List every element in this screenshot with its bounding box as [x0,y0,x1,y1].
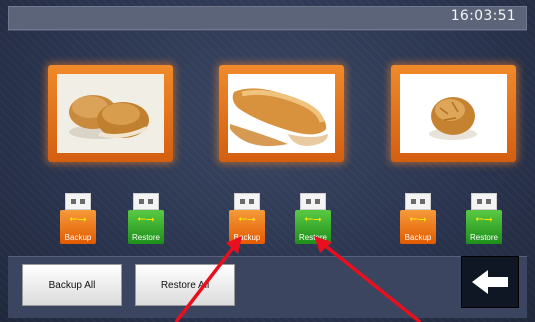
product-image-2[interactable] [219,65,344,162]
usb-symbol-icon: ⭠⭢ [238,212,256,225]
restore-button-3[interactable]: ⭠⭢ Restore [464,193,504,245]
product-image-3[interactable] [391,65,516,162]
backup-all-button[interactable]: Backup All [22,264,122,306]
restore-button-1[interactable]: ⭠⭢ Restore [126,193,166,245]
usb-icon [405,193,431,210]
usb-icon [471,193,497,210]
roll-image [400,74,507,153]
backup-button-1[interactable]: ⭠⭢ Backup [58,193,98,245]
restore-button-2[interactable]: ⭠⭢ Restore [293,193,333,245]
buns-image [57,74,164,153]
usb-symbol-icon: ⭠⭢ [304,212,322,225]
usb-symbol-icon: ⭠⭢ [409,212,427,225]
clock: 16:03:51 [450,8,516,24]
usb-icon [300,193,326,210]
backup-button-3[interactable]: ⭠⭢ Backup [398,193,438,245]
divider [8,30,527,31]
back-button[interactable] [461,256,519,308]
usb-icon [133,193,159,210]
usb-symbol-icon: ⭠⭢ [475,212,493,225]
baguette-image [228,74,335,153]
usb-icon [65,193,91,210]
left-arrow-icon [472,270,508,294]
backup-button-2[interactable]: ⭠⭢ Backup [227,193,267,245]
restore-all-button[interactable]: Restore All [135,264,235,306]
usb-symbol-icon: ⭠⭢ [137,212,155,225]
status-bar: 16:03:51 [8,6,527,30]
product-image-1[interactable] [48,65,173,162]
usb-icon [234,193,260,210]
usb-symbol-icon: ⭠⭢ [69,212,87,225]
screen: 16:03:51 ⭠⭢ Backup ⭠⭢ Restore ⭠⭢ Backup … [0,0,535,322]
